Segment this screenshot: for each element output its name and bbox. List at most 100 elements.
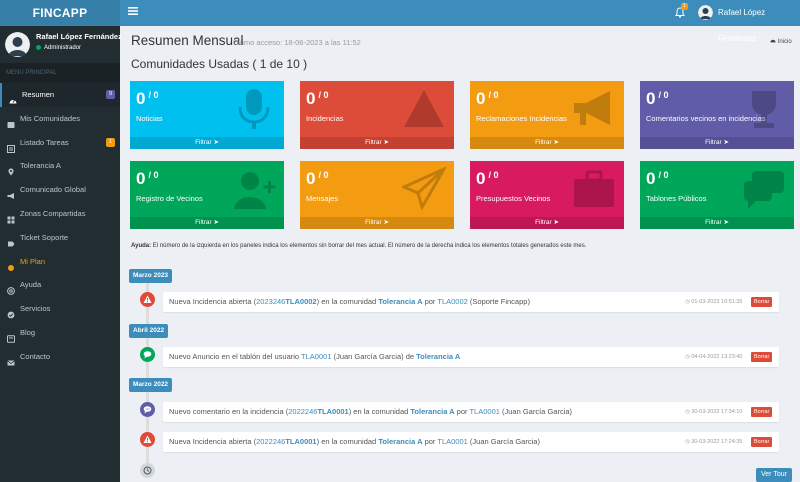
sidebar-item-tolerancia-a[interactable]: Tolerancia A <box>0 154 120 178</box>
sidebar-item-label: Ticket Soporte <box>20 232 69 242</box>
stat-count: 0/ 0 <box>136 89 159 108</box>
app-logo[interactable]: FINCAPP <box>0 0 120 26</box>
stat-label: Incidencias <box>306 114 344 123</box>
avatar[interactable] <box>698 5 713 20</box>
community-link[interactable]: Tolerancia A <box>378 437 422 446</box>
arrow-circle-right-icon: ➤ <box>383 139 389 146</box>
sidebar-item-label: Tolerancia A <box>20 161 61 171</box>
hamburger-menu-icon[interactable] <box>128 6 140 18</box>
briefcase-icon <box>572 167 616 211</box>
top-navbar: FINCAPP 1 Rafael López Fernández <box>0 0 800 43</box>
sidebar-item-mi-plan[interactable]: Mi Plan <box>0 250 120 274</box>
filter-link[interactable]: Filtrar ➤ <box>130 217 284 229</box>
timestamp: ◷ 30-03-2022 17:34:10 <box>685 409 743 415</box>
services-icon <box>7 305 15 319</box>
dashboard-icon <box>9 91 17 104</box>
sidebar-item-mis-comunidades[interactable]: Mis Comunidades <box>0 107 120 131</box>
notification-badge: 1 <box>681 3 688 10</box>
filter-link[interactable]: Filtrar ➤ <box>130 137 284 149</box>
delete-button[interactable]: Borrar <box>751 437 773 447</box>
online-status-dot <box>36 45 41 50</box>
timeline-item-text: Nueva Incidencia abierta (2023246TLA0002… <box>169 297 530 306</box>
stat-label: Mensajes <box>306 194 339 203</box>
mail-icon <box>7 353 15 366</box>
arrow-circle-right-icon: ➤ <box>723 219 729 226</box>
community-link[interactable]: Tolerancia A <box>416 352 460 361</box>
arrow-circle-right-icon: ➤ <box>723 139 729 146</box>
timeline-item: Nueva Incidencia abierta (2023246TLA0002… <box>163 292 779 312</box>
stat-count: 0/ 0 <box>306 89 329 108</box>
filter-link[interactable]: Filtrar ➤ <box>300 137 454 149</box>
incident-link[interactable]: 2022246TLA0001 <box>256 437 316 446</box>
incident-link[interactable]: 2022246TLA0001 <box>288 407 348 416</box>
sidebar-item-label: Resumen <box>22 90 55 99</box>
menu-header: MENU PRINCIPAL <box>0 63 120 83</box>
timeline-date-label: Marzo 2023 <box>129 269 173 283</box>
filter-link[interactable]: Filtrar ➤ <box>640 217 794 229</box>
delete-button[interactable]: Borrar <box>751 407 773 417</box>
sidebar-item-zonas-compartidas[interactable]: Zonas Compartidas <box>0 202 120 226</box>
sidebar-item-comunicado-global[interactable]: Comunicado Global <box>0 178 120 202</box>
sidebar-item-listado-tareas[interactable]: Listado Tareas 1 <box>0 131 120 155</box>
dashboard-icon <box>770 39 776 45</box>
warning-icon <box>140 432 155 447</box>
avatar <box>5 32 30 57</box>
user-link[interactable]: TLA0001 <box>301 352 331 361</box>
sidebar-item-contacto[interactable]: Contacto <box>0 345 120 369</box>
sidebar-item-ticket-soporte[interactable]: Ticket Soporte <box>0 226 120 250</box>
sidebar-item-servicios[interactable]: Servicios <box>0 297 120 321</box>
comment-dots-icon <box>140 402 155 417</box>
arrow-circle-right-icon: ➤ <box>553 219 559 226</box>
filter-link[interactable]: Filtrar ➤ <box>470 217 624 229</box>
breadcrumb-home[interactable]: Inicio <box>778 39 792 45</box>
sidebar-item-blog[interactable]: Blog <box>0 321 120 345</box>
stat-count: 0/ 0 <box>306 169 329 188</box>
timestamp: ◷ 01-03-2023 10:51:35 <box>685 299 743 305</box>
stat-box-presupuestos: 0/ 0 Presupuestos Vecinos Filtrar ➤ <box>470 161 624 229</box>
tour-button[interactable]: Ver Tour <box>756 468 792 482</box>
stat-label: Presupuestos Vecinos <box>476 194 551 203</box>
community-link[interactable]: Tolerancia A <box>410 407 454 416</box>
warning-icon <box>140 292 155 307</box>
clock-icon: ◷ <box>685 409 690 415</box>
stat-label: Reclamaciones Incidencias <box>476 114 567 123</box>
stat-count: 0/ 0 <box>476 169 499 188</box>
user-link[interactable]: TLA0001 <box>469 407 499 416</box>
sidebar-item-ayuda[interactable]: Ayuda <box>0 273 120 297</box>
count-badge: 9 <box>106 90 115 99</box>
sidebar-item-resumen[interactable]: Resumen 9 <box>0 83 120 107</box>
stat-box-reclamaciones: 0/ 0 Reclamaciones Incidencias Filtrar ➤ <box>470 81 624 149</box>
sidebar-item-label: Blog <box>20 327 36 337</box>
last-access-text: Ultimo acceso: 18-06-2023 a las 11:52 <box>233 38 361 47</box>
delete-button[interactable]: Borrar <box>751 297 773 307</box>
community-link[interactable]: Tolerancia A <box>378 297 422 306</box>
help-icon <box>7 281 15 296</box>
sidebar-item-label: Servicios <box>20 304 51 314</box>
grid-icon <box>7 210 15 224</box>
timeline-item-text: Nuevo Anuncio en el tablón del usuario T… <box>169 352 461 361</box>
stat-box-noticias: 0/ 0 Noticias Filtrar ➤ <box>130 81 284 149</box>
breadcrumb[interactable]: Inicio <box>770 38 792 45</box>
filter-link[interactable]: Filtrar ➤ <box>470 137 624 149</box>
incident-link[interactable]: 2023246TLA0002 <box>256 297 316 306</box>
sidebar-item-label: Listado Tareas <box>20 137 69 147</box>
stat-box-registro-vecinos: 0/ 0 Registro de Vecinos Filtrar ➤ <box>130 161 284 229</box>
sidebar-item-label: Comunicado Global <box>20 185 86 195</box>
delete-button[interactable]: Borrar <box>751 352 773 362</box>
filter-link[interactable]: Filtrar ➤ <box>640 137 794 149</box>
blog-icon <box>7 329 15 343</box>
microphone-icon <box>232 87 276 131</box>
filter-link[interactable]: Filtrar ➤ <box>300 217 454 229</box>
comment-icon <box>140 347 155 362</box>
stat-label: Registro de Vecinos <box>136 194 203 203</box>
stat-box-incidencias: 0/ 0 Incidencias Filtrar ➤ <box>300 81 454 149</box>
stat-box-comentarios: 0/ 0 Comentarios vecinos en incidencias … <box>640 81 794 149</box>
clock-icon: ◷ <box>685 439 690 445</box>
user-link[interactable]: TLA0001 <box>437 437 467 446</box>
timeline-item-text: Nueva Incidencia abierta (2022246TLA0001… <box>169 437 540 446</box>
user-link[interactable]: TLA0002 <box>437 297 467 306</box>
sidebar-user-role: Administrador <box>36 45 81 51</box>
stat-label: Noticias <box>136 114 163 123</box>
arrow-circle-right-icon: ➤ <box>383 219 389 226</box>
stat-count: 0/ 0 <box>646 169 669 188</box>
